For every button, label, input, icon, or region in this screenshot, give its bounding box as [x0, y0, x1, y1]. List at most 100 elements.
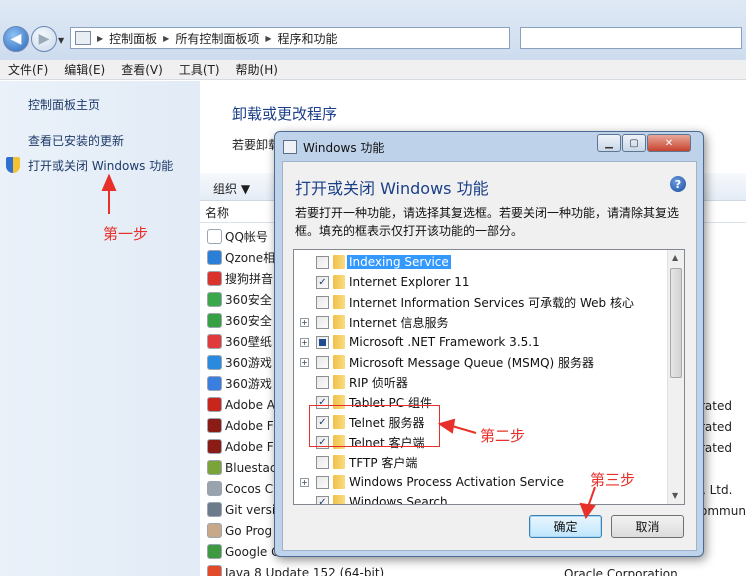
program-icon: [207, 460, 222, 475]
program-icon: [207, 250, 222, 265]
ok-button[interactable]: 确定: [529, 515, 602, 538]
program-row[interactable]: Qzone相: [207, 247, 275, 268]
back-button[interactable]: ◀: [3, 26, 29, 52]
folder-icon: [333, 335, 345, 349]
publisher-cell: rated: [700, 441, 732, 455]
feature-checkbox[interactable]: [316, 375, 329, 389]
feature-label: Windows Search: [349, 495, 448, 505]
dialog-title: Windows 功能: [303, 141, 385, 155]
feature-checkbox[interactable]: [316, 335, 329, 349]
close-button[interactable]: ✕: [647, 134, 691, 152]
program-icon: [207, 481, 222, 496]
feature-row[interactable]: + Microsoft .NET Framework 3.5.1: [294, 332, 669, 352]
feature-label: Internet Information Services 可承载的 Web 核…: [349, 295, 634, 310]
program-icon: [207, 355, 222, 370]
feature-checkbox[interactable]: ✓: [316, 275, 329, 289]
menu-tools[interactable]: 工具(T): [179, 61, 220, 78]
feature-row[interactable]: Indexing Service: [294, 252, 669, 272]
feature-row[interactable]: RIP 侦听器: [294, 372, 669, 392]
close-icon: ✕: [664, 137, 674, 149]
breadcrumb-item[interactable]: 程序和功能: [278, 30, 338, 47]
forward-button[interactable]: ▶: [31, 26, 57, 52]
feature-checkbox[interactable]: [316, 475, 329, 489]
program-row[interactable]: 360壁纸: [207, 331, 272, 352]
feature-label: Internet Explorer 11: [349, 275, 470, 289]
windows-features-dialog: Windows 功能 ▁ ▢ ✕ 打开或关闭 Windows 功能 ? 若要打开…: [274, 131, 704, 557]
cancel-button[interactable]: 取消: [611, 515, 684, 538]
feature-checkbox[interactable]: [316, 455, 329, 469]
feature-label: Microsoft .NET Framework 3.5.1: [349, 335, 540, 349]
feature-checkbox[interactable]: [316, 295, 329, 309]
feature-row[interactable]: + Internet 信息服务: [294, 312, 669, 332]
feature-label: Windows Process Activation Service: [349, 475, 564, 489]
publisher-cell: rated: [700, 420, 732, 434]
menu-help[interactable]: 帮助(H): [236, 61, 278, 78]
view-installed-updates-link[interactable]: 查看已安装的更新: [28, 132, 124, 149]
program-name: 360游戏: [225, 356, 272, 370]
program-name: 360安全: [225, 293, 272, 307]
program-row[interactable]: 360游戏: [207, 373, 272, 394]
program-row[interactable]: Adobe A: [207, 394, 275, 415]
program-icon: [207, 418, 222, 433]
minimize-button[interactable]: ▁: [597, 134, 621, 152]
program-row[interactable]: 360安全: [207, 310, 272, 331]
program-row[interactable]: Bluestac: [207, 457, 276, 478]
feature-row[interactable]: ✓ Windows Search: [294, 492, 669, 505]
program-row[interactable]: Adobe F: [207, 415, 274, 436]
program-row[interactable]: 搜狗拼音: [207, 268, 273, 289]
expand-icon[interactable]: +: [300, 357, 309, 367]
feature-row[interactable]: Internet Information Services 可承载的 Web 核…: [294, 292, 669, 312]
breadcrumb-item[interactable]: 控制面板: [109, 30, 157, 47]
maximize-button[interactable]: ▢: [622, 134, 646, 152]
expand-icon[interactable]: +: [300, 317, 309, 327]
scrollbar-thumb[interactable]: [670, 268, 682, 378]
windows-features-icon: [283, 140, 297, 154]
program-name: 搜狗拼音: [225, 272, 274, 286]
feature-label: RIP 侦听器: [349, 375, 408, 390]
address-field[interactable]: ▶ 控制面板 ▶ 所有控制面板项 ▶ 程序和功能: [70, 27, 510, 49]
scroll-up-icon[interactable]: ▲: [672, 253, 678, 262]
program-row[interactable]: Google C: [207, 541, 280, 562]
feature-checkbox[interactable]: [316, 355, 329, 369]
program-icon: [207, 523, 222, 538]
program-row[interactable]: 360游戏: [207, 352, 272, 373]
expand-icon[interactable]: +: [300, 477, 309, 487]
program-row[interactable]: Java 8 Update 152 (64-bit): [207, 562, 384, 576]
feature-row[interactable]: ✓ Internet Explorer 11: [294, 272, 669, 292]
scroll-down-icon[interactable]: ▼: [672, 491, 678, 500]
left-task-pane: 控制面板主页 查看已安装的更新 打开或关闭 Windows 功能: [0, 81, 200, 576]
folder-icon: [333, 355, 345, 369]
breadcrumb-item[interactable]: 所有控制面板项: [175, 30, 259, 47]
search-input[interactable]: [520, 27, 742, 49]
program-row[interactable]: Git versi: [207, 499, 275, 520]
program-row[interactable]: Cocos C: [207, 478, 273, 499]
menu-file[interactable]: 文件(F): [8, 61, 48, 78]
chevron-right-icon: ▶: [163, 33, 170, 43]
program-row[interactable]: QQ帐号: [207, 226, 268, 247]
expand-icon[interactable]: +: [300, 337, 309, 347]
control-panel-home-link[interactable]: 控制面板主页: [28, 96, 100, 113]
feature-checkbox[interactable]: ✓: [316, 495, 329, 504]
program-icon: [207, 544, 222, 559]
feature-checkbox[interactable]: [316, 255, 329, 269]
chevron-right-icon: ▶: [97, 33, 104, 43]
program-name: 360安全: [225, 314, 272, 328]
dialog-titlebar[interactable]: Windows 功能 ▁ ▢ ✕: [275, 132, 703, 160]
program-row[interactable]: 360安全: [207, 289, 272, 310]
recent-pages-dropdown[interactable]: ▼: [58, 36, 64, 45]
help-icon[interactable]: ?: [670, 176, 686, 192]
menu-view[interactable]: 查看(V): [121, 61, 163, 78]
turn-windows-features-link[interactable]: 打开或关闭 Windows 功能: [28, 157, 173, 174]
folder-icon: [333, 375, 345, 389]
feature-checkbox[interactable]: [316, 315, 329, 329]
organize-button[interactable]: 组织 ▼: [213, 180, 250, 197]
program-row[interactable]: Go Prog: [207, 520, 272, 541]
program-icon: [207, 376, 222, 391]
feature-row[interactable]: + Microsoft Message Queue (MSMQ) 服务器: [294, 352, 669, 372]
vertical-scrollbar[interactable]: ▲ ▼: [667, 250, 684, 504]
program-row[interactable]: Adobe F: [207, 436, 274, 457]
menu-edit[interactable]: 编辑(E): [64, 61, 105, 78]
minimize-icon: ▁: [605, 137, 613, 149]
program-icon: [207, 565, 222, 576]
arrow-right-icon: ▶: [38, 31, 50, 47]
